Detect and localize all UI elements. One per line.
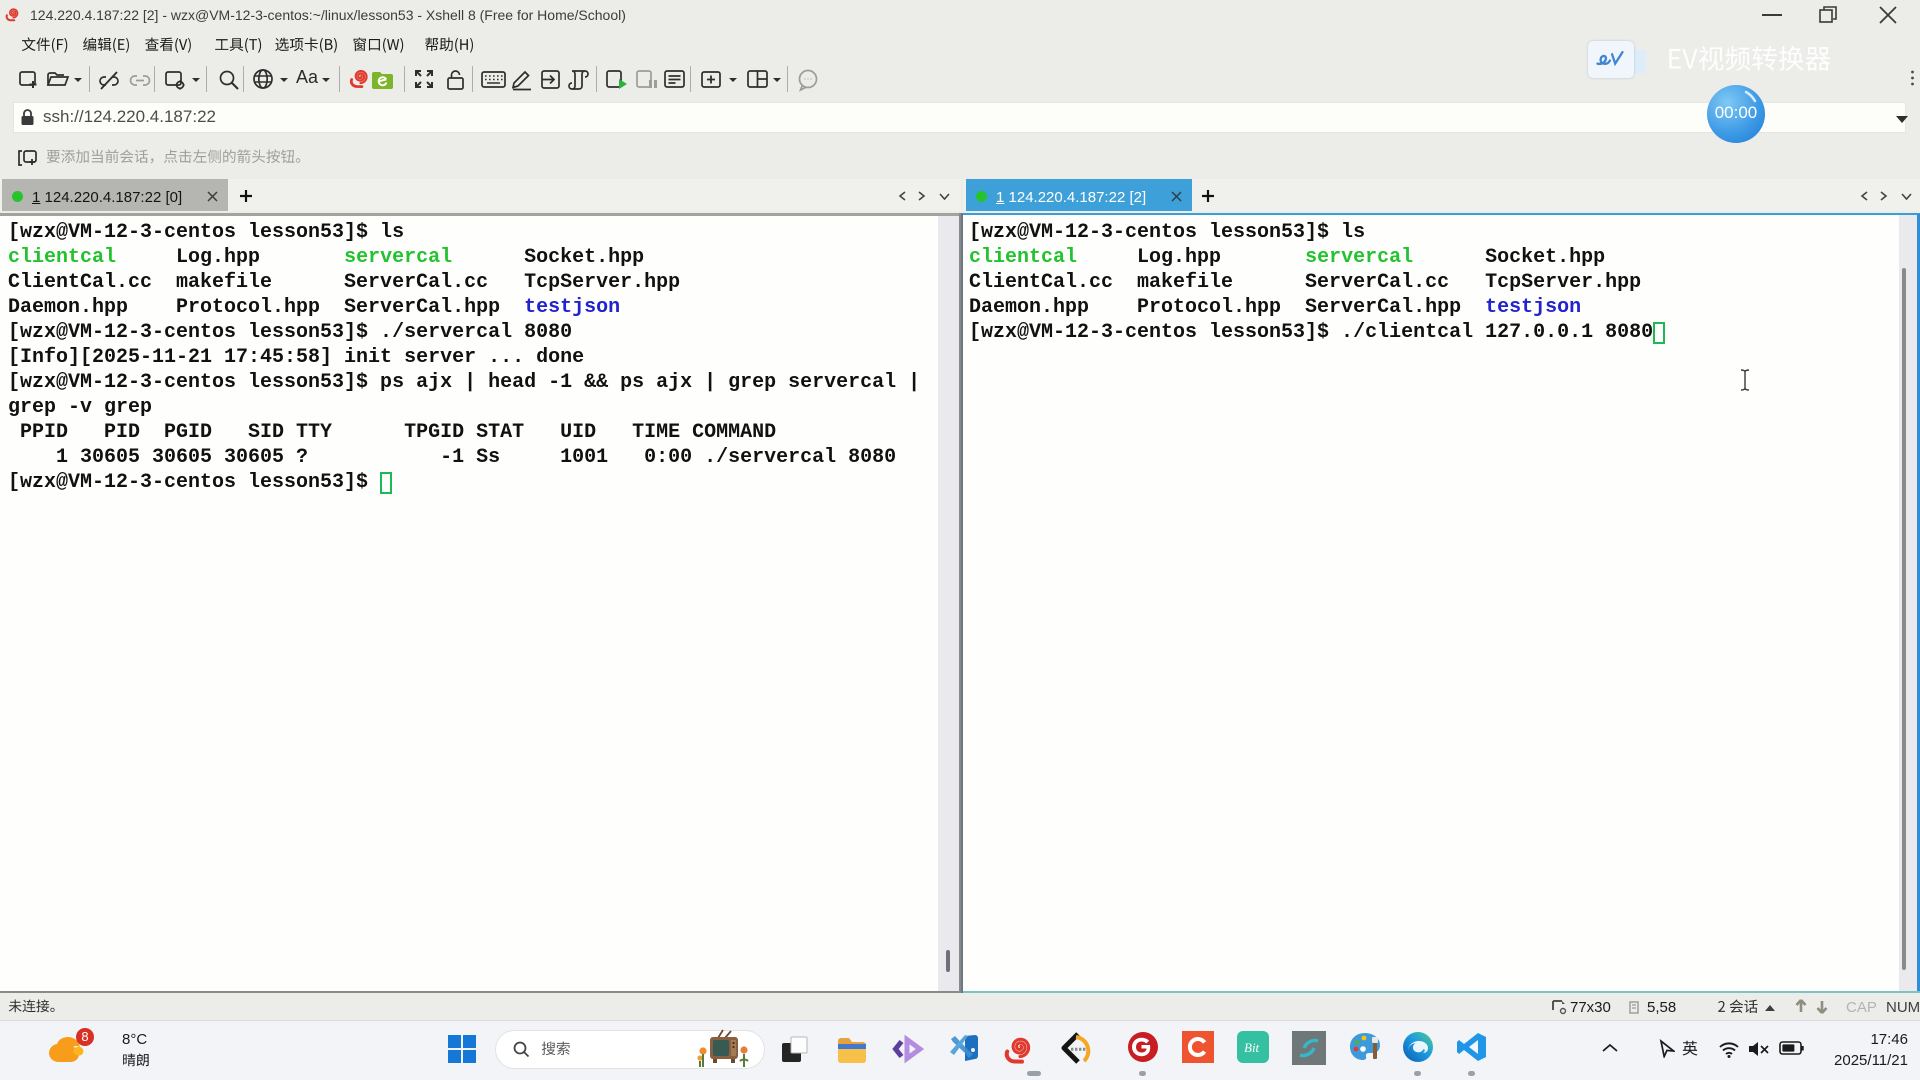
svg-text:Bit: Bit bbox=[1244, 1040, 1260, 1055]
